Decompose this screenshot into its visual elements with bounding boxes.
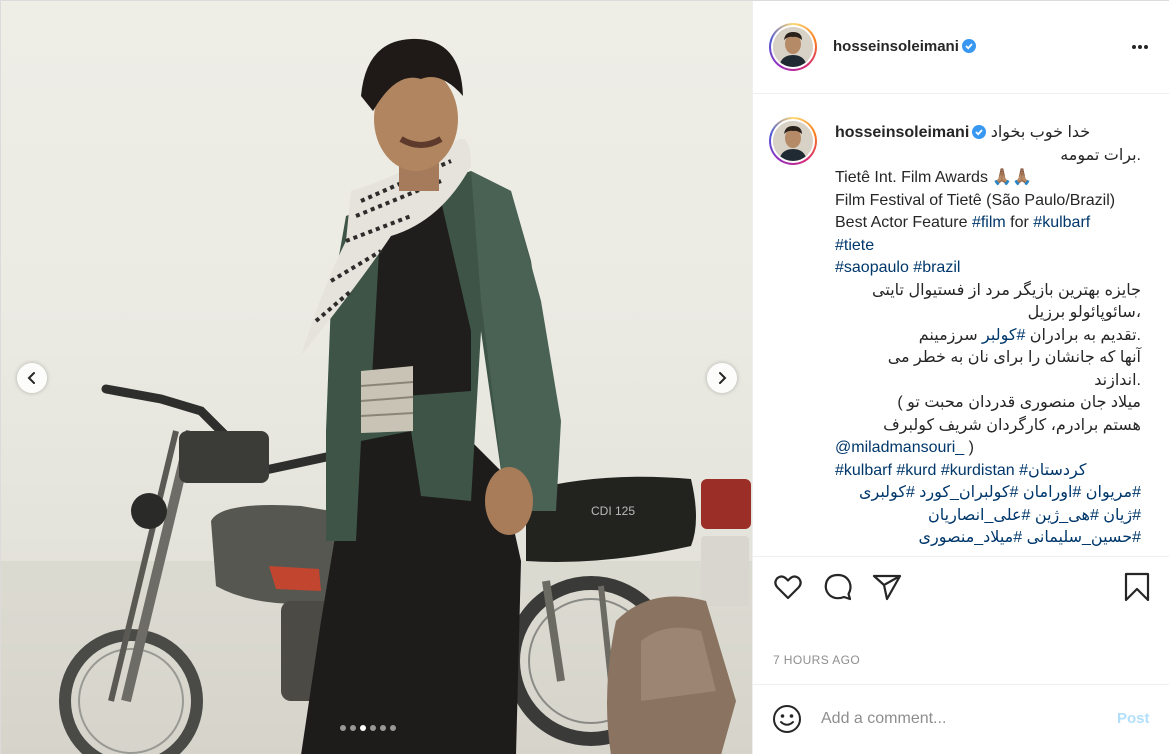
caption-text: خدا خوب بخواد — [986, 124, 1091, 141]
caption-text: .تقدیم به برادران — [1025, 326, 1141, 344]
caption-line: .تقدیم به برادران #کولبر سرزمینم — [835, 325, 1141, 348]
motorcycle-badge: CDI 125 — [591, 504, 635, 518]
share-button[interactable] — [871, 571, 903, 608]
post-side-panel: hosseinsoleimani hosseinsoleimani خدا خو… — [752, 1, 1169, 754]
hashtag-link[interactable]: #مریوان — [1086, 484, 1141, 501]
carousel-dot — [390, 725, 396, 731]
chevron-right-icon — [719, 372, 727, 384]
add-comment-section: Post — [753, 684, 1169, 754]
more-options-button[interactable] — [1130, 37, 1150, 62]
hashtag-link[interactable]: #tiete — [835, 237, 874, 254]
caption-line: hosseinsoleimani خدا خوب بخواد — [835, 122, 1141, 145]
hashtag-link[interactable]: #kulbarf — [1033, 214, 1090, 231]
hashtag-link[interactable]: #kurdistan — [941, 462, 1015, 479]
comments-section[interactable]: hosseinsoleimani خدا خوب بخواد .برات تموم… — [753, 94, 1169, 556]
caption-line: میلاد جان منصوری قدردان محبت تو ) — [897, 394, 1141, 411]
emoji-button[interactable] — [772, 704, 802, 739]
caption-line: #مریوان #اورامان #کولبران_کورد #کولبری — [835, 482, 1141, 505]
caption-line: #saopaulo #brazil — [835, 257, 1141, 280]
hashtag-link[interactable]: #اورامان — [1023, 484, 1081, 501]
hashtag-link[interactable]: #brazil — [913, 259, 960, 276]
comment-button[interactable] — [822, 571, 854, 608]
carousel-prev-button[interactable] — [17, 363, 47, 393]
caption-line: @miladmansouri_ ) — [835, 437, 1141, 460]
caption-username[interactable]: hosseinsoleimani — [835, 124, 969, 141]
caption-line: .اندازند — [1094, 371, 1141, 389]
save-button[interactable] — [1121, 571, 1153, 608]
hashtag-link[interactable]: #saopaulo — [835, 259, 909, 276]
carousel-indicator — [340, 725, 396, 731]
caption-line: #kulbarf #kurd #kurdistan #کردستان — [835, 460, 1141, 483]
bookmark-icon — [1124, 572, 1150, 602]
like-button[interactable] — [772, 571, 804, 608]
smiley-icon — [773, 705, 801, 733]
caption-line: جایزه بهترین بازیگر مرد از فستیوال تایتی — [872, 281, 1141, 299]
caption-line: هستم برادرم، کارگردان شریف کولبرف — [883, 416, 1141, 434]
caption-line: .برات تمومه — [1060, 146, 1141, 164]
caption-line: #tiete — [835, 235, 1141, 258]
heart-icon — [774, 575, 802, 600]
caption-line: Film Festival of Tietê (São Paulo/Brazil… — [835, 191, 1116, 209]
carousel-dot — [360, 725, 366, 731]
chevron-left-icon — [27, 372, 35, 384]
action-bar — [753, 556, 1169, 616]
carousel-dot — [340, 725, 346, 731]
post-photo: CDI 125 — [1, 38, 752, 754]
post-comment-button[interactable]: Post — [1117, 710, 1150, 727]
caption-line: آنها که جانشان را برای نان به خطر می — [887, 349, 1141, 366]
likes-area — [753, 616, 1169, 646]
hashtag-link[interactable]: #کولبران_کورد — [919, 484, 1018, 501]
hashtag-link[interactable]: #ژیان — [1103, 507, 1141, 524]
hashtag-link[interactable]: #حسین_سلیمانی — [1027, 529, 1141, 546]
caption-text: Best Actor Feature — [835, 214, 972, 231]
post-caption: hosseinsoleimani خدا خوب بخواد .برات تموم… — [835, 122, 1141, 550]
caption-avatar[interactable] — [769, 117, 817, 165]
verified-badge-icon — [972, 125, 987, 139]
hashtag-link[interactable]: #علی_انصاریان — [928, 507, 1030, 524]
paper-plane-icon — [872, 574, 902, 601]
hashtag-link[interactable]: #کولبر — [982, 327, 1025, 344]
profile-picture — [773, 121, 813, 161]
comment-input[interactable] — [821, 707, 1091, 731]
caption-line: #حسین_سلیمانی #میلاد_منصوری — [835, 527, 1141, 550]
caption-text: ) — [964, 439, 974, 456]
profile-picture — [773, 27, 813, 67]
caption-text: سرزمینم — [918, 326, 983, 344]
instagram-post: CDI 125 hosseinsoleimani hosseinsoleiman… — [0, 0, 1169, 754]
mention-link[interactable]: @miladmansouri_ — [835, 439, 964, 456]
post-header: hosseinsoleimani — [753, 1, 1169, 94]
hashtag-link[interactable]: #کردستان — [1019, 462, 1086, 479]
hashtag-link[interactable]: #film — [972, 214, 1006, 231]
hashtag-link[interactable]: #کولبری — [859, 484, 915, 501]
header-username[interactable]: hosseinsoleimani — [833, 38, 976, 55]
carousel-dot — [380, 725, 386, 731]
hashtag-link[interactable]: #kulbarf — [835, 462, 892, 479]
hashtag-link[interactable]: #میلاد_منصوری — [918, 529, 1022, 546]
hashtag-link[interactable]: #kurd — [896, 462, 936, 479]
post-timestamp[interactable]: 7 HOURS AGO — [773, 653, 860, 667]
comment-bubble-icon — [824, 573, 852, 601]
caption-line: ،سائوپائولو برزیل — [1027, 304, 1141, 321]
caption-line: #ژیان #هی_ژین #علی_انصاریان — [835, 505, 1141, 528]
post-media-carousel[interactable]: CDI 125 — [1, 1, 752, 754]
avatar[interactable] — [769, 23, 817, 71]
caption-line: Best Actor Feature #film for #kulbarf — [835, 212, 1141, 235]
verified-badge-icon — [961, 39, 976, 53]
carousel-dot — [350, 725, 356, 731]
carousel-next-button[interactable] — [707, 363, 737, 393]
more-horizontal-icon — [1132, 45, 1148, 49]
carousel-dot — [370, 725, 376, 731]
caption-line: Tietê Int. Film Awards 🙏🏽🙏🏽 — [835, 169, 1033, 186]
hashtag-link[interactable]: #هی_ژین — [1035, 507, 1099, 524]
caption-text: for — [1005, 214, 1034, 231]
